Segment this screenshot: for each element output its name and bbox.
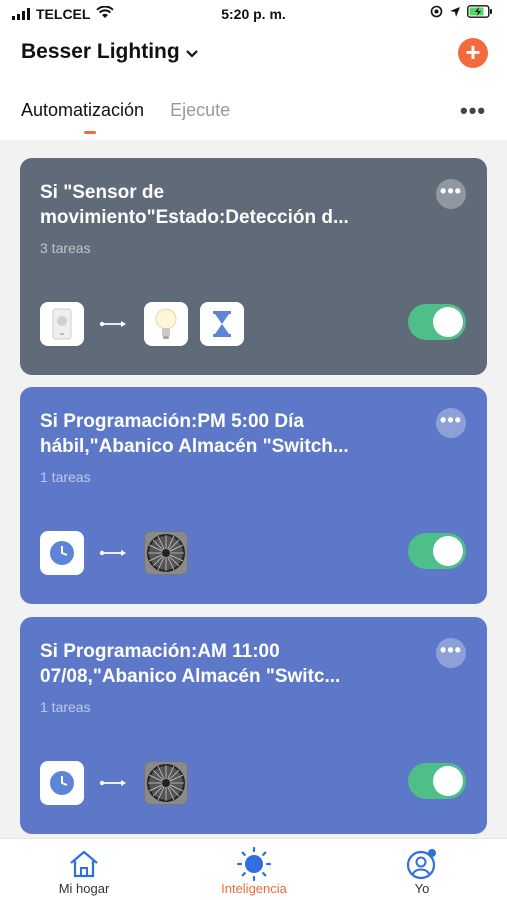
- title-line: Si Programación:AM 11:00: [40, 641, 280, 662]
- clock-icon: [40, 531, 84, 575]
- sun-icon: [194, 847, 314, 881]
- title-line: movimiento"Estado:Detección d...: [40, 207, 349, 228]
- enable-toggle[interactable]: [408, 763, 466, 799]
- tab-label: Ejecute: [170, 100, 231, 120]
- task-count: 3 tareas: [40, 240, 91, 256]
- enable-toggle[interactable]: [408, 304, 466, 340]
- more-options-icon[interactable]: •••: [436, 408, 466, 438]
- tab-label: Automatización: [21, 100, 145, 120]
- title-line: Si "Sensor de: [40, 182, 165, 203]
- nav-mi-hogar[interactable]: Mi hogar: [24, 847, 144, 896]
- automation-flow: [40, 761, 188, 805]
- fan-icon: [144, 531, 188, 575]
- chevron-down-icon: [185, 40, 198, 64]
- add-button[interactable]: +: [458, 38, 488, 68]
- more-icon[interactable]: •••: [460, 98, 486, 124]
- automation-flow: [40, 302, 244, 346]
- home-icon: [24, 847, 144, 881]
- automation-list[interactable]: Si "Sensor de movimiento"Estado:Detecció…: [0, 140, 507, 838]
- nav-label: Yo: [414, 881, 430, 896]
- motion-sensor-icon: [40, 302, 84, 346]
- tab-ejecute[interactable]: Ejecute: [170, 100, 230, 121]
- home-name: Besser Lighting: [21, 40, 180, 63]
- hourglass-icon: [200, 302, 244, 346]
- title-line: Si Programación:PM 5:00 Día: [40, 411, 304, 432]
- automation-title: Si Programación:AM 11:00 07/08,"Abanico …: [40, 639, 420, 689]
- automation-card[interactable]: Si Programación:AM 11:00 07/08,"Abanico …: [20, 617, 487, 834]
- fan-icon: [144, 761, 188, 805]
- location-icon: [449, 5, 461, 21]
- arrow-right-icon: [96, 779, 132, 787]
- nav-inteligencia[interactable]: Inteligencia: [194, 847, 314, 896]
- enable-toggle[interactable]: [408, 533, 466, 569]
- tab-bar: Automatización Ejecute: [21, 100, 230, 134]
- plus-icon: +: [465, 37, 481, 67]
- nav-label: Mi hogar: [58, 881, 110, 896]
- profile-icon: [362, 847, 482, 881]
- nav-yo[interactable]: Yo: [362, 847, 482, 896]
- screen-lock-icon: [430, 5, 443, 21]
- title-line: hábil,"Abanico Almacén "Switch...: [40, 436, 349, 457]
- battery-icon: [467, 5, 493, 21]
- more-options-icon[interactable]: •••: [436, 638, 466, 668]
- task-count: 1 tareas: [40, 699, 91, 715]
- active-tab-indicator: [84, 131, 96, 134]
- automation-title: Si Programación:PM 5:00 Día hábil,"Abani…: [40, 409, 420, 459]
- more-options-icon[interactable]: •••: [436, 179, 466, 209]
- clock-icon: [40, 761, 84, 805]
- nav-label: Inteligencia: [221, 881, 287, 896]
- status-right: [430, 5, 493, 21]
- automation-flow: [40, 531, 188, 575]
- home-selector[interactable]: Besser Lighting: [21, 40, 198, 64]
- status-bar: TELCEL 5:20 p. m.: [0, 0, 507, 30]
- light-bulb-icon: [144, 302, 188, 346]
- task-count: 1 tareas: [40, 469, 91, 485]
- arrow-right-icon: [96, 549, 132, 557]
- automation-card[interactable]: Si Programación:PM 5:00 Día hábil,"Abani…: [20, 387, 487, 604]
- arrow-right-icon: [96, 320, 132, 328]
- automation-title: Si "Sensor de movimiento"Estado:Detecció…: [40, 180, 420, 230]
- automation-card[interactable]: Si "Sensor de movimiento"Estado:Detecció…: [20, 158, 487, 375]
- title-line: 07/08,"Abanico Almacén "Switc...: [40, 666, 341, 687]
- tab-automatizacion[interactable]: Automatización: [21, 100, 145, 134]
- bottom-navigation: Mi hogar Inteligencia Yo: [0, 838, 507, 900]
